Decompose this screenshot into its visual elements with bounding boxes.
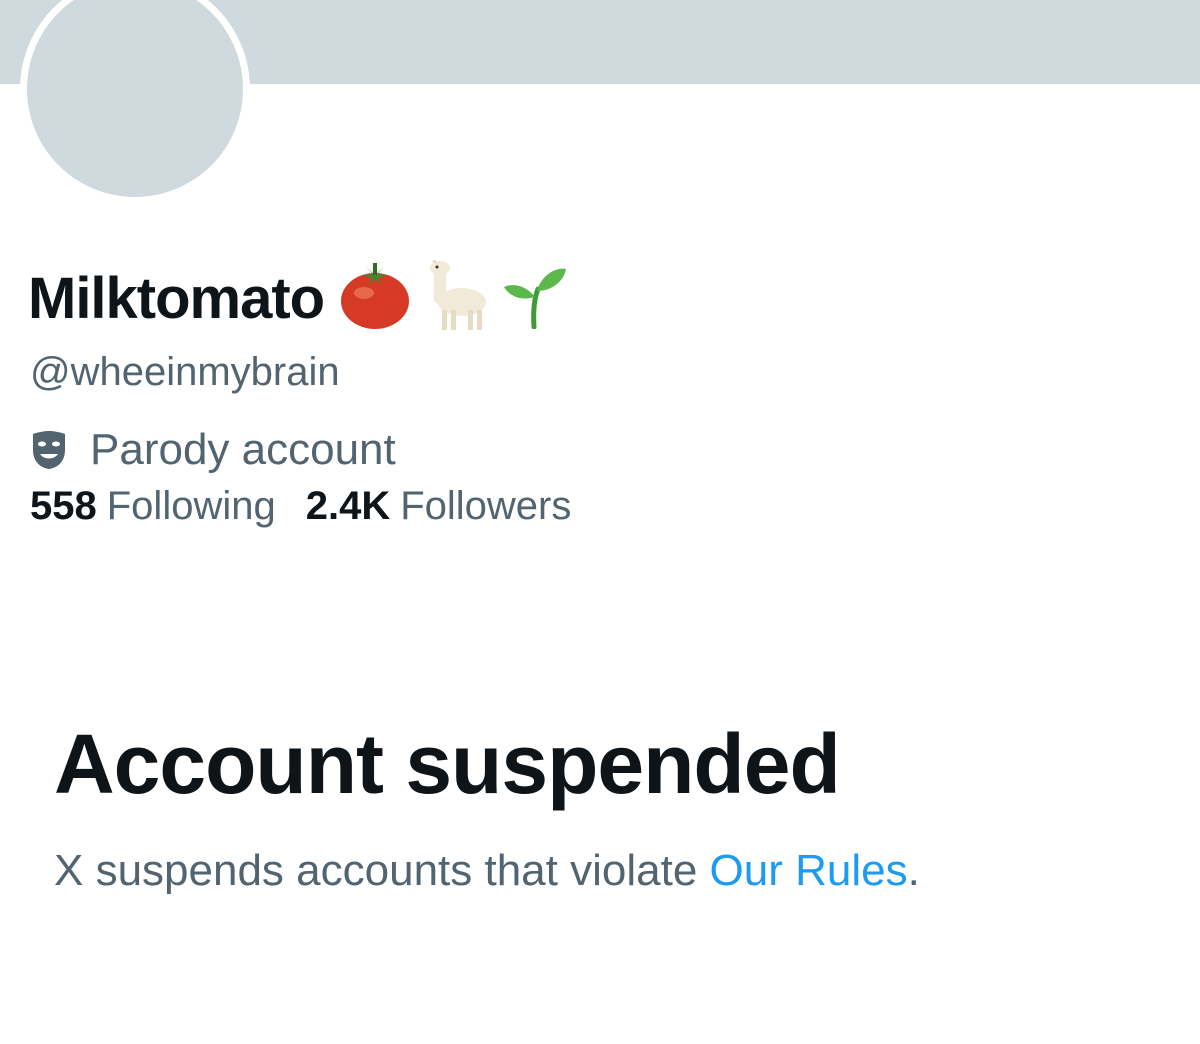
llama-icon — [426, 257, 488, 337]
suspended-message: X suspends accounts that violate Our Rul… — [54, 846, 920, 896]
display-name: Milktomato — [28, 265, 325, 331]
parody-label: Parody account — [30, 424, 396, 476]
following-count: 558 — [30, 483, 97, 528]
follow-stats: 558 Following 2.4K Followers — [30, 478, 601, 534]
suspended-message-prefix: X suspends accounts that violate — [54, 846, 710, 895]
tomato-icon — [338, 261, 412, 336]
followers-link[interactable]: 2.4K Followers — [306, 484, 572, 529]
seedling-icon — [502, 263, 568, 334]
suspended-title: Account suspended — [54, 717, 841, 811]
theater-masks-icon — [30, 430, 68, 470]
followers-label: Followers — [400, 483, 572, 528]
parody-label-text: Parody account — [90, 425, 396, 474]
avatar[interactable] — [20, 0, 250, 204]
avatar-placeholder — [27, 0, 243, 197]
our-rules-link[interactable]: Our Rules — [710, 846, 908, 895]
following-label: Following — [106, 483, 276, 528]
suspended-message-suffix: . — [907, 846, 920, 895]
following-link[interactable]: 558 Following — [30, 484, 276, 529]
display-name-row: Milktomato — [28, 257, 568, 338]
followers-count: 2.4K — [305, 483, 391, 528]
profile-handle: @wheeinmybrain — [30, 350, 340, 394]
